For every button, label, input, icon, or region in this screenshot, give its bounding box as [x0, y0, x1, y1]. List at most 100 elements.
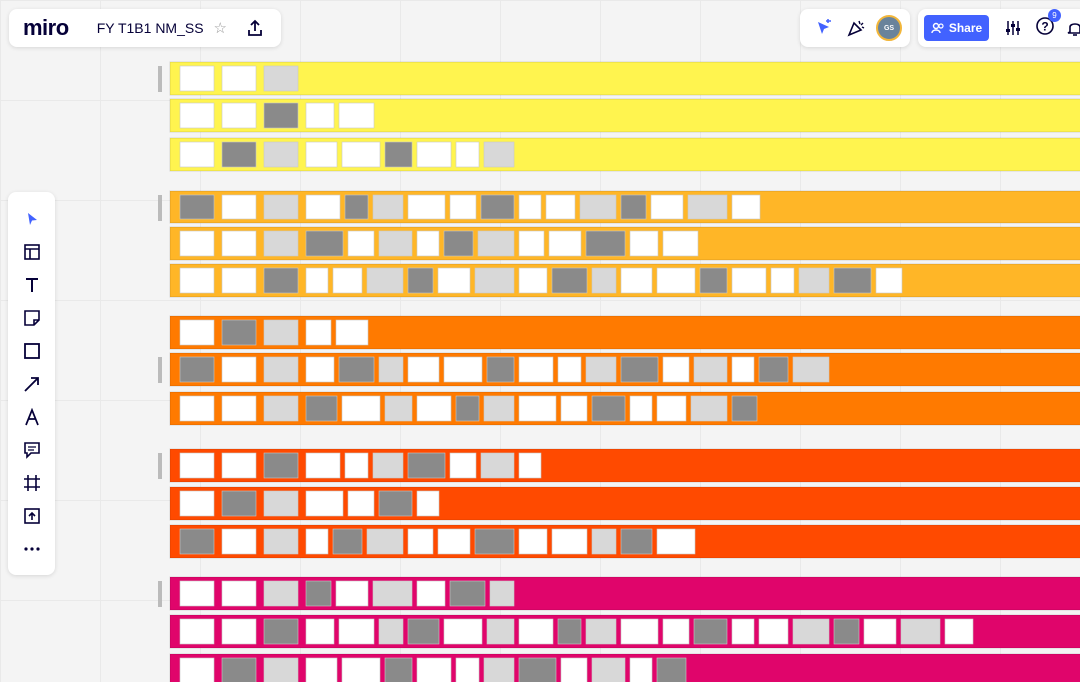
board-thumbnail[interactable] — [344, 194, 369, 220]
board-thumbnail[interactable] — [486, 618, 515, 645]
board-thumbnail[interactable] — [407, 618, 440, 645]
board-thumbnail[interactable] — [221, 356, 257, 383]
board-thumbnail[interactable] — [384, 657, 413, 682]
settings-sliders-icon[interactable] — [1003, 18, 1023, 38]
board-thumbnail[interactable] — [443, 618, 483, 645]
board-thumbnail[interactable] — [650, 194, 684, 220]
board-thumbnail[interactable] — [263, 319, 299, 346]
board-thumbnail[interactable] — [347, 490, 375, 517]
board-thumbnail[interactable] — [338, 356, 375, 383]
board-thumbnail[interactable] — [263, 65, 299, 92]
board-thumbnail[interactable] — [179, 141, 215, 168]
export-icon[interactable] — [245, 18, 265, 38]
board-thumbnail[interactable] — [620, 618, 659, 645]
share-button[interactable]: Share — [924, 15, 989, 41]
help-button[interactable]: ? 9 — [1035, 8, 1061, 41]
board-thumbnail[interactable] — [731, 395, 758, 422]
templates-tool[interactable] — [8, 235, 55, 268]
board-thumbnail[interactable] — [407, 267, 434, 294]
board-thumbnail[interactable] — [693, 618, 728, 645]
board-thumbnail[interactable] — [179, 194, 215, 220]
board-thumbnail[interactable] — [480, 452, 515, 479]
board-thumbnail[interactable] — [944, 618, 974, 645]
board-thumbnail[interactable] — [731, 194, 761, 220]
board-thumbnail[interactable] — [591, 528, 617, 555]
sticky-note-tool[interactable] — [8, 301, 55, 334]
board-thumbnail[interactable] — [474, 528, 515, 555]
frame-tool[interactable] — [8, 466, 55, 499]
board-thumbnail[interactable] — [221, 580, 257, 607]
board-thumbnail[interactable] — [366, 528, 404, 555]
board-thumbnail[interactable] — [221, 230, 257, 257]
board-thumbnail[interactable] — [335, 580, 369, 607]
board-thumbnail[interactable] — [305, 356, 335, 383]
board-thumbnail[interactable] — [486, 356, 515, 383]
board-thumbnail[interactable] — [620, 528, 653, 555]
board-thumbnail[interactable] — [758, 618, 789, 645]
board-thumbnail[interactable] — [518, 528, 548, 555]
board-thumbnail[interactable] — [416, 230, 440, 257]
select-tool[interactable] — [8, 202, 55, 235]
board-thumbnail[interactable] — [384, 141, 413, 168]
board-thumbnail[interactable] — [341, 141, 381, 168]
celebrate-icon[interactable] — [846, 18, 866, 38]
board-thumbnail[interactable] — [548, 230, 582, 257]
board-thumbnail[interactable] — [179, 267, 215, 294]
board-thumbnail[interactable] — [338, 618, 375, 645]
board-thumbnail[interactable] — [263, 452, 299, 479]
board-thumbnail[interactable] — [221, 618, 257, 645]
board-thumbnail[interactable] — [489, 580, 515, 607]
board-thumbnail[interactable] — [263, 141, 299, 168]
board-frame-row[interactable] — [169, 61, 1080, 96]
board-thumbnail[interactable] — [416, 490, 440, 517]
pen-tool[interactable] — [8, 400, 55, 433]
board-thumbnail[interactable] — [560, 657, 588, 682]
board-thumbnail[interactable] — [378, 618, 404, 645]
board-thumbnail[interactable] — [863, 618, 897, 645]
board-thumbnail[interactable] — [407, 194, 446, 220]
board-thumbnail[interactable] — [443, 230, 474, 257]
board-thumbnail[interactable] — [305, 141, 338, 168]
shape-tool[interactable] — [8, 334, 55, 367]
board-thumbnail[interactable] — [344, 452, 369, 479]
board-thumbnail[interactable] — [474, 267, 515, 294]
board-thumbnail[interactable] — [693, 356, 728, 383]
board-thumbnail[interactable] — [305, 102, 335, 129]
board-thumbnail[interactable] — [585, 230, 626, 257]
board-thumbnail[interactable] — [332, 528, 363, 555]
board-thumbnail[interactable] — [518, 618, 554, 645]
board-thumbnail[interactable] — [179, 395, 215, 422]
board-thumbnail[interactable] — [656, 267, 696, 294]
comment-tool[interactable] — [8, 433, 55, 466]
board-thumbnail[interactable] — [416, 657, 452, 682]
board-thumbnail[interactable] — [591, 657, 626, 682]
arrow-tool[interactable] — [8, 367, 55, 400]
board-thumbnail[interactable] — [455, 657, 480, 682]
board-thumbnail[interactable] — [372, 194, 404, 220]
board-thumbnail[interactable] — [416, 395, 452, 422]
board-thumbnail[interactable] — [591, 267, 617, 294]
board-thumbnail[interactable] — [480, 194, 515, 220]
board-thumbnail[interactable] — [305, 319, 332, 346]
board-thumbnail[interactable] — [416, 580, 446, 607]
board-thumbnail[interactable] — [731, 267, 767, 294]
board-thumbnail[interactable] — [378, 490, 413, 517]
board-thumbnail[interactable] — [221, 267, 257, 294]
board-thumbnail[interactable] — [179, 102, 215, 129]
board-thumbnail[interactable] — [305, 657, 338, 682]
board-thumbnail[interactable] — [179, 657, 215, 682]
board-thumbnail[interactable] — [551, 528, 588, 555]
board-thumbnail[interactable] — [221, 657, 257, 682]
user-avatar[interactable]: GS — [876, 15, 902, 41]
board-thumbnail[interactable] — [407, 356, 440, 383]
board-thumbnail[interactable] — [875, 267, 903, 294]
board-thumbnail[interactable] — [384, 395, 413, 422]
board-thumbnail[interactable] — [179, 528, 215, 555]
board-thumbnail[interactable] — [477, 230, 515, 257]
board-thumbnail[interactable] — [455, 395, 480, 422]
board-thumbnail[interactable] — [372, 580, 413, 607]
board-thumbnail[interactable] — [263, 356, 299, 383]
board-thumbnail[interactable] — [518, 356, 554, 383]
board-thumbnail[interactable] — [221, 528, 257, 555]
board-thumbnail[interactable] — [833, 618, 860, 645]
